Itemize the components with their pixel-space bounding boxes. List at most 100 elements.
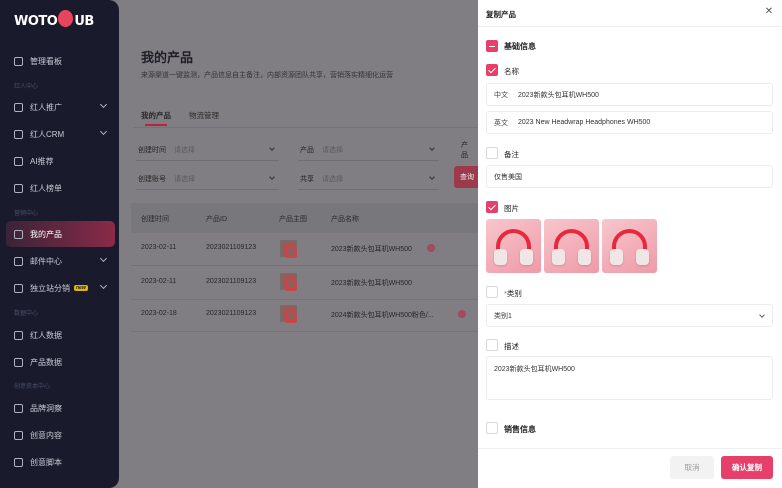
description-textarea[interactable]: 2023新款头包耳机WH500 <box>486 356 773 400</box>
sidebar-section-marketing: 营销中心 <box>14 211 39 217</box>
mail-icon <box>14 256 23 266</box>
tab-my-products[interactable]: 我的产品 <box>141 110 171 121</box>
column-header-id: 产品ID <box>206 216 227 223</box>
row-3-thumbnail[interactable] <box>280 305 297 323</box>
tab-logistics[interactable]: 物流管理 <box>189 110 219 121</box>
column-header-image: 产品主图 <box>279 216 307 223</box>
sidebar-item-distribution[interactable]: 独立站分销 new <box>6 275 115 301</box>
script-icon <box>14 457 23 467</box>
sidebar: WOTO UB 管理看板 红人中心 红人推广 红人CRM AI推荐 红人榜单 营销… <box>0 0 119 488</box>
diamond-icon <box>14 403 23 413</box>
row-2-name[interactable]: 2023新款头包耳机WH500 <box>331 278 412 288</box>
row-2-thumbnail[interactable] <box>280 273 297 291</box>
chevron-down-icon <box>269 174 275 180</box>
product-image-1[interactable] <box>486 219 541 273</box>
filter-account[interactable]: 创建账号 请选择 <box>138 170 278 188</box>
row-2-id: 2023021109123 <box>206 278 257 285</box>
data-icon <box>14 330 23 340</box>
chevron-down-icon <box>759 312 765 318</box>
row-2-date: 2023-02-11 <box>141 278 177 285</box>
trophy-icon <box>14 183 23 193</box>
column-header-date[interactable]: 创建时间 <box>141 214 169 224</box>
dashboard-icon <box>14 56 23 66</box>
column-header-name: 产品名称 <box>331 216 359 223</box>
page-description: 来源渠道一键监测，产品信息自主备注，内部资源团队共享，营销落实精细化运营 <box>141 72 393 79</box>
bulb-icon <box>14 430 23 440</box>
category-select[interactable]: 类别1 <box>486 304 773 327</box>
row-1-id: 2023021109123 <box>206 244 257 251</box>
sales-info-checkbox[interactable] <box>486 422 498 434</box>
sidebar-item-ranking[interactable]: 红人榜单 <box>6 175 115 201</box>
flower-icon <box>458 310 466 318</box>
shop-icon <box>14 283 23 293</box>
sidebar-item-brand[interactable]: 品牌洞察 <box>6 395 115 421</box>
chevron-down-icon <box>99 100 108 109</box>
sidebar-item-creative-script[interactable]: 创意脚本 <box>6 449 115 475</box>
product-image-2[interactable] <box>544 219 599 273</box>
flower-icon <box>427 244 435 252</box>
new-badge: new <box>74 285 88 291</box>
chevron-down-icon <box>99 127 108 136</box>
row-1-thumbnail[interactable] <box>280 240 297 258</box>
name-label: 名称 <box>504 67 519 76</box>
close-icon[interactable]: ✕ <box>764 7 774 17</box>
drawer-title: 复制产品 <box>486 10 516 19</box>
name-en-field[interactable]: 英文 2023 New Headwrap Headphones WH500 <box>486 111 773 134</box>
category-label: *类别 <box>504 289 522 298</box>
row-3-name[interactable]: 2024新款头包耳机WH500粉色/... <box>331 310 434 320</box>
page-title: 我的产品 <box>141 50 194 65</box>
description-label: 描述 <box>504 342 519 351</box>
copy-product-drawer: 复制产品 ✕ 基础信息 名称 中文 2023新款头包耳机WH500 英文 2023 … <box>478 0 782 488</box>
logo-mark-icon <box>58 9 74 27</box>
sidebar-item-dashboard[interactable]: 管理看板 <box>6 48 115 74</box>
tab-divider <box>133 127 533 128</box>
sidebar-section-creative: 创意资本中心 <box>14 384 51 390</box>
sidebar-item-promotion[interactable]: 红人推广 <box>6 94 115 120</box>
filter-create-time[interactable]: 创建时间 请选择 <box>138 141 278 159</box>
sidebar-item-product-data[interactable]: 产品数据 <box>6 349 115 375</box>
chevron-down-icon <box>429 145 435 151</box>
description-checkbox[interactable] <box>486 339 498 351</box>
remark-field[interactable]: 仅售美国 <box>486 165 773 188</box>
filter-product[interactable]: 产品 请选择 <box>300 141 438 159</box>
name-cn-field[interactable]: 中文 2023新款头包耳机WH500 <box>486 83 773 106</box>
sidebar-section-data: 数据中心 <box>14 311 39 317</box>
remark-checkbox[interactable] <box>486 147 498 159</box>
user-icon <box>14 102 23 112</box>
chevron-down-icon <box>269 145 275 151</box>
box-icon <box>14 229 23 239</box>
image-checkbox[interactable] <box>486 201 498 213</box>
chevron-down-icon <box>99 281 108 290</box>
cancel-button[interactable]: 取消 <box>670 456 714 479</box>
logo-text-b: UB <box>74 13 94 29</box>
sales-info-label: 销售信息 <box>504 425 536 434</box>
row-1-name[interactable]: 2023新款头包耳机WH500 <box>331 244 412 254</box>
ai-icon <box>14 156 23 166</box>
sidebar-item-creative-content[interactable]: 创意内容 <box>6 422 115 448</box>
row-3-date: 2023-02-18 <box>141 310 177 317</box>
sidebar-item-mail[interactable]: 邮件中心 <box>6 248 115 274</box>
sidebar-item-my-products[interactable]: 我的产品 <box>6 221 115 247</box>
filter-share[interactable]: 共享 请选择 <box>300 170 438 188</box>
logo: WOTO UB <box>14 9 94 32</box>
logo-text-a: WOTO <box>14 13 58 29</box>
sidebar-item-ai[interactable]: AI推荐 <box>6 148 115 174</box>
row-3-id: 2023021109123 <box>206 310 257 317</box>
sidebar-item-crm[interactable]: 红人CRM <box>6 121 115 147</box>
basic-info-checkbox[interactable] <box>486 40 498 52</box>
chevron-down-icon <box>429 174 435 180</box>
basic-info-label: 基础信息 <box>504 42 536 51</box>
tab-underline <box>145 124 167 126</box>
confirm-copy-button[interactable]: 确认复制 <box>721 456 773 479</box>
row-1-date: 2023-02-11 <box>141 244 177 251</box>
product-image-3[interactable] <box>602 219 657 273</box>
name-checkbox[interactable] <box>486 64 498 76</box>
remark-label: 备注 <box>504 150 519 159</box>
chart-icon <box>14 357 23 367</box>
sidebar-section-influencer: 红人中心 <box>14 84 39 90</box>
category-checkbox[interactable] <box>486 286 498 298</box>
user-icon <box>14 129 23 139</box>
sidebar-item-influencer-data[interactable]: 红人数据 <box>6 322 115 348</box>
image-label: 图片 <box>504 204 519 213</box>
chevron-down-icon <box>99 254 108 263</box>
